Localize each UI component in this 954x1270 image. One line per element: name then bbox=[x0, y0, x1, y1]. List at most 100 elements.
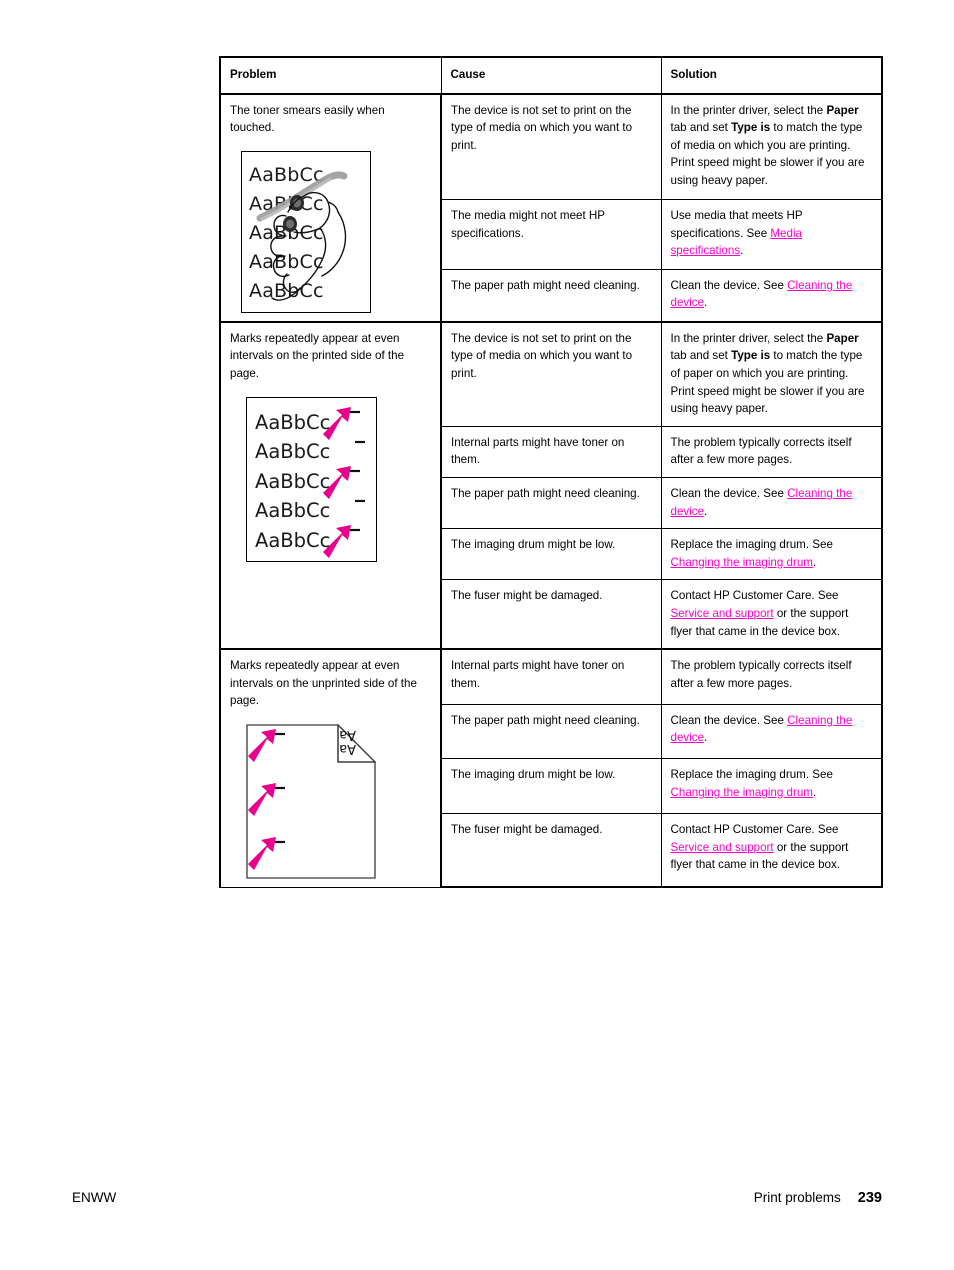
solution-cell: The problem typically corrects itself af… bbox=[660, 425, 883, 478]
figure-box: Aa Aa bbox=[246, 723, 376, 879]
footer-section-title: Print problems bbox=[753, 1190, 841, 1205]
solution-cell: Replace the imaging drum. See Changing t… bbox=[660, 528, 883, 581]
emphasis-text: Paper bbox=[826, 331, 859, 345]
solution-cell: In the printer driver, select the Paper … bbox=[660, 320, 883, 427]
folded-page-graphic: Aa Aa bbox=[246, 723, 376, 879]
solution-cell: Replace the imaging drum. See Changing t… bbox=[660, 758, 883, 814]
figure-sample-text: AaBbCc AaBbCc AaBbCc AaBbCc AaBbCc bbox=[255, 408, 330, 556]
solution-cell: Contact HP Customer Care. See Service an… bbox=[660, 812, 883, 889]
emphasis-text: Type is bbox=[731, 121, 771, 135]
solution-text: . bbox=[704, 296, 708, 310]
solution-text: tab and set bbox=[670, 121, 732, 135]
solution-text: Clean the device. See bbox=[670, 486, 788, 500]
cause-text: The imaging drum might be low. bbox=[451, 538, 616, 552]
cause-cell: The fuser might be damaged. bbox=[440, 812, 662, 889]
magenta-arrow bbox=[248, 836, 276, 870]
cause-text: The fuser might be damaged. bbox=[451, 822, 603, 836]
problem-description: Marks repeatedly appear at even interval… bbox=[230, 331, 405, 380]
sample-text-line: AaBbCc bbox=[255, 499, 331, 523]
cause-text: The fuser might be damaged. bbox=[451, 589, 603, 603]
solution-text: Replace the imaging drum. See bbox=[670, 768, 833, 782]
problem-cell: Marks repeatedly appear at even interval… bbox=[219, 320, 442, 650]
cause-cell: The paper path might need cleaning. bbox=[440, 703, 662, 760]
emphasis-text: Type is bbox=[731, 349, 771, 363]
solution-text: Replace the imaging drum. See bbox=[670, 538, 833, 552]
solution-text: . bbox=[812, 785, 817, 799]
sample-text-line: AaBbCc bbox=[249, 279, 324, 302]
emphasis-text: Paper bbox=[826, 103, 859, 117]
solution-text: Contact HP Customer Care. See bbox=[670, 822, 839, 836]
problem-description: Marks repeatedly appear at even interval… bbox=[230, 659, 417, 708]
solution-text: . bbox=[704, 731, 708, 745]
solution-text: In the printer driver, select the bbox=[670, 331, 827, 345]
figure-box: AaBbCc AaBbCc AaBbCc AaBbCc AaBbCc bbox=[241, 150, 371, 313]
mirrored-sample-text: Aa Aa bbox=[339, 727, 356, 756]
cause-text: Internal parts might have toner on them. bbox=[451, 659, 625, 690]
cause-cell: Internal parts might have toner on them. bbox=[440, 648, 662, 705]
figure-sample-text: AaBbCc AaBbCc AaBbCc AaBbCc AaBbCc bbox=[249, 161, 324, 306]
sample-text-line: AaBbCc bbox=[249, 163, 324, 186]
problem-cell: Marks repeatedly appear at even interval… bbox=[219, 648, 442, 888]
cause-cell: The paper path might need cleaning. bbox=[440, 268, 662, 323]
sample-text-line: AaBbCc bbox=[249, 192, 324, 215]
figure-repeated-marks-unprinted: Aa Aa bbox=[230, 723, 431, 879]
cause-text: The device is not set to print on the ty… bbox=[451, 103, 633, 152]
print-problems-table: Problem Cause Solution The toner smears … bbox=[219, 56, 883, 889]
solution-cell: Clean the device. See Cleaning the devic… bbox=[660, 703, 883, 760]
figure-box: AaBbCc AaBbCc AaBbCc AaBbCc AaBbCc bbox=[246, 396, 377, 562]
solution-cell: Contact HP Customer Care. See Service an… bbox=[660, 579, 883, 650]
figure-toner-smear: AaBbCc AaBbCc AaBbCc AaBbCc AaBbCc bbox=[230, 150, 431, 313]
solution-text: Clean the device. See bbox=[670, 278, 788, 292]
sample-text-line: AaBbCc bbox=[255, 469, 331, 493]
cause-cell: The imaging drum might be low. bbox=[440, 528, 662, 581]
column-header-solution: Solution bbox=[660, 56, 883, 95]
cause-cell: The device is not set to print on the ty… bbox=[440, 92, 662, 201]
cause-cell: The media might not meet HP specificatio… bbox=[440, 199, 662, 270]
cause-text: The paper path might need cleaning. bbox=[451, 278, 640, 292]
footer-page-number: 239 bbox=[857, 1190, 882, 1206]
figure-repeated-marks-printed: AaBbCc AaBbCc AaBbCc AaBbCc AaBbCc bbox=[230, 396, 431, 562]
cause-text: The media might not meet HP specificatio… bbox=[451, 209, 605, 240]
table-row: The toner smears easily when touched. Aa… bbox=[219, 92, 883, 323]
cause-text: The paper path might need cleaning. bbox=[451, 713, 640, 727]
cause-text: The device is not set to print on the ty… bbox=[451, 331, 633, 380]
solution-text: . bbox=[704, 504, 708, 518]
cause-cell: The device is not set to print on the ty… bbox=[440, 320, 662, 427]
cross-reference-link[interactable]: Changing the imaging drum bbox=[671, 556, 813, 569]
sample-text-line: AaBbCc bbox=[255, 528, 331, 552]
solution-text: In the printer driver, select the bbox=[670, 103, 827, 117]
cross-reference-link[interactable]: Service and support bbox=[671, 841, 774, 854]
solution-cell: The problem typically corrects itself af… bbox=[660, 648, 883, 705]
solution-cell: Clean the device. See Cleaning the devic… bbox=[660, 476, 883, 530]
sample-text-line: AaBbCc bbox=[255, 410, 331, 434]
cross-reference-link[interactable]: Service and support bbox=[671, 607, 774, 620]
cause-cell: The paper path might need cleaning. bbox=[440, 476, 662, 530]
solution-text: Contact HP Customer Care. See bbox=[670, 589, 839, 603]
sample-text-line: AaBbCc bbox=[249, 250, 324, 273]
cause-text: The imaging drum might be low. bbox=[451, 768, 616, 782]
problem-cell: The toner smears easily when touched. Aa… bbox=[219, 92, 442, 323]
svg-text:Aa: Aa bbox=[339, 741, 356, 756]
solution-cell: In the printer driver, select the Paper … bbox=[660, 92, 883, 201]
table-body: The toner smears easily when touched. Aa… bbox=[219, 92, 883, 889]
footer-right: Print problems 239 bbox=[754, 1190, 882, 1206]
svg-text:Aa: Aa bbox=[339, 727, 356, 742]
page-footer: ENWW Print problems 239 bbox=[72, 1190, 882, 1212]
cause-text: Internal parts might have toner on them. bbox=[451, 435, 625, 467]
problem-description: The toner smears easily when touched. bbox=[230, 103, 385, 135]
table-header: Problem Cause Solution bbox=[219, 56, 883, 95]
solution-text: Clean the device. See bbox=[670, 713, 788, 727]
table-row: Marks repeatedly appear at even interval… bbox=[219, 648, 883, 888]
cause-cell: Internal parts might have toner on them. bbox=[440, 425, 662, 478]
solution-text: The problem typically corrects itself af… bbox=[670, 435, 852, 467]
magenta-arrow bbox=[248, 728, 276, 762]
solution-text: tab and set bbox=[670, 349, 732, 363]
solution-cell: Use media that meets HP specifications. … bbox=[660, 199, 883, 270]
cause-cell: The fuser might be damaged. bbox=[440, 579, 662, 650]
magenta-arrow bbox=[248, 782, 276, 816]
table-row: Marks repeatedly appear at even interval… bbox=[219, 320, 883, 650]
footer-language-code: ENWW bbox=[72, 1190, 117, 1205]
column-header-cause: Cause bbox=[440, 56, 662, 95]
solution-text: The problem typically corrects itself af… bbox=[670, 659, 852, 690]
cross-reference-link[interactable]: Changing the imaging drum bbox=[671, 786, 813, 799]
